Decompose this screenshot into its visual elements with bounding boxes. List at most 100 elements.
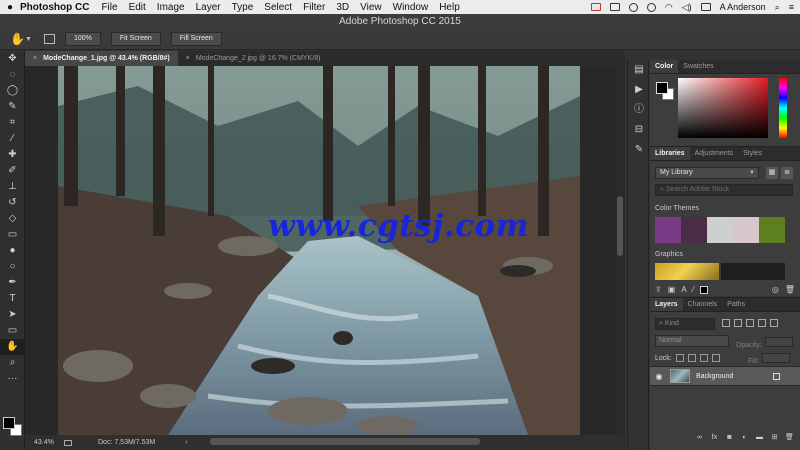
apple-menu-icon[interactable]: ●	[0, 2, 20, 13]
shape-icon[interactable]: ▭	[0, 323, 25, 339]
vertical-scroll-thumb[interactable]	[617, 196, 623, 256]
hand-icon[interactable]: ✋	[0, 339, 25, 355]
theme-color-2[interactable]	[681, 217, 707, 243]
quick-select-icon[interactable]: ✎	[0, 99, 25, 115]
layer-thumbnail[interactable]	[670, 369, 690, 383]
gradient-icon[interactable]: ▭	[0, 227, 25, 243]
volume-icon[interactable]: ◁)	[682, 2, 692, 13]
wifi-icon[interactable]: ◠	[665, 2, 673, 13]
lock-image-icon[interactable]	[687, 354, 696, 362]
move-icon[interactable]: ✥	[0, 51, 25, 67]
properties-icon[interactable]: ⊟	[628, 120, 650, 140]
foreground-color-swatch[interactable]	[3, 417, 15, 429]
tab-styles[interactable]: Styles	[738, 147, 767, 160]
menu-file[interactable]: File	[101, 2, 117, 13]
add-color-icon[interactable]	[699, 285, 708, 294]
menu-window[interactable]: Window	[393, 2, 429, 13]
creative-cloud-icon[interactable]	[590, 3, 601, 11]
tab-modechange-2[interactable]: × ModeChange_2.jpg @ 16.7% (CMYK/8)	[178, 51, 329, 66]
menu-edit[interactable]: Edit	[129, 2, 146, 13]
tab-color[interactable]: Color	[650, 60, 679, 73]
add-text-style-icon[interactable]: A	[681, 285, 686, 294]
opacity-field[interactable]: Opacity:	[736, 337, 793, 349]
delete-icon[interactable]: 🗑	[785, 285, 795, 294]
path-select-icon[interactable]: ➤	[0, 307, 25, 323]
filter-type-icon[interactable]	[746, 319, 754, 327]
fit-screen-button[interactable]: Fit Screen	[110, 32, 161, 46]
adjustment-layer-icon[interactable]: ◐	[740, 434, 749, 442]
eraser-icon[interactable]: ◇	[0, 211, 25, 227]
notification-center-icon[interactable]: ≡	[789, 2, 794, 12]
user-name[interactable]: A Anderson	[720, 2, 766, 12]
menu-3d[interactable]: 3D	[336, 2, 349, 13]
brush-presets-icon[interactable]: ✎	[628, 140, 650, 160]
color-picker-field[interactable]	[678, 78, 768, 138]
menu-image[interactable]: Image	[157, 2, 185, 13]
lock-all-icon[interactable]	[711, 354, 720, 362]
info-icon[interactable]: ⓘ	[628, 100, 650, 120]
library-select[interactable]: My Library ▼	[655, 167, 759, 179]
link-layers-icon[interactable]: ∞	[695, 434, 704, 442]
upload-icon[interactable]: ⇪	[655, 285, 662, 294]
display-icon[interactable]	[609, 3, 620, 11]
graphic-thumbnail[interactable]	[655, 263, 719, 280]
healing-icon[interactable]: ✚	[0, 147, 25, 163]
fill-input[interactable]	[761, 353, 790, 363]
theme-color-5[interactable]	[759, 217, 785, 243]
menu-type[interactable]: Type	[232, 2, 254, 13]
menu-select[interactable]: Select	[264, 2, 292, 13]
history-panel-icon[interactable]: ▤	[628, 60, 650, 80]
marquee-icon[interactable]: ◌	[0, 67, 25, 83]
vertical-scrollbar[interactable]	[615, 66, 625, 435]
lasso-icon[interactable]: ◯	[0, 83, 25, 99]
new-group-icon[interactable]: ▬	[755, 434, 764, 442]
pen-icon[interactable]: ✒	[0, 275, 25, 291]
theme-color-3[interactable]	[707, 217, 733, 243]
history-brush-icon[interactable]: ↺	[0, 195, 25, 211]
filter-smart-object-icon[interactable]	[770, 319, 778, 327]
panel-foreground-swatch[interactable]	[656, 82, 668, 94]
tab-swatches[interactable]: Swatches	[678, 60, 718, 73]
theme-color-1[interactable]	[655, 217, 681, 243]
menu-filter[interactable]: Filter	[303, 2, 325, 13]
more-icon[interactable]: ···	[0, 371, 25, 387]
eyedropper-icon[interactable]: ⁄	[0, 131, 25, 147]
scroll-all-windows-icon[interactable]	[43, 34, 55, 44]
layer-style-fx-icon[interactable]: fx	[710, 434, 719, 442]
lock-position-icon[interactable]	[699, 354, 708, 362]
brush-icon[interactable]: ✐	[0, 163, 25, 179]
stamp-icon[interactable]: ⊥	[0, 179, 25, 195]
blur-icon[interactable]: ●	[0, 243, 25, 259]
new-layer-icon[interactable]: ⊞	[770, 434, 779, 442]
add-graphic-icon[interactable]: ▣	[668, 285, 676, 294]
tab-paths[interactable]: Paths	[722, 298, 750, 311]
search-icon[interactable]: ⌕	[775, 2, 780, 13]
filter-adjustment-icon[interactable]	[734, 319, 742, 327]
dodge-icon[interactable]: ○	[0, 259, 25, 275]
menu-help[interactable]: Help	[439, 2, 460, 13]
stock-search-input[interactable]: ⌕ Search Adobe Stock	[655, 184, 793, 196]
layer-row[interactable]: ◉ Background	[650, 366, 800, 386]
zoom-icon[interactable]: ⌕	[0, 355, 25, 371]
type-icon[interactable]: T	[0, 291, 25, 307]
actions-play-icon[interactable]: ▶	[628, 80, 650, 100]
menu-view[interactable]: View	[360, 2, 382, 13]
layer-lock-icon[interactable]	[773, 372, 780, 380]
zoom-100-button[interactable]: 100%	[64, 32, 101, 46]
hand-icon[interactable]: ✋	[10, 32, 25, 46]
opacity-input[interactable]	[764, 337, 793, 347]
tab-modechange-1[interactable]: × ModeChange_1.jpg @ 43.4% (RGB/8#)	[25, 51, 178, 66]
layer-name[interactable]: Background	[696, 373, 733, 380]
tool-preset-chevron-down-icon[interactable]: ▼	[25, 36, 32, 43]
delete-layer-icon[interactable]: 🗑	[785, 434, 794, 442]
tab-adjustments[interactable]: Adjustments	[690, 147, 739, 160]
status-menu-chevron-right-icon[interactable]: ›	[185, 439, 187, 446]
battery-icon[interactable]	[700, 3, 711, 11]
app-menu[interactable]: Photoshop CC	[20, 2, 89, 13]
tab-layers[interactable]: Layers	[650, 298, 683, 311]
fill-field[interactable]: Fill:	[748, 353, 790, 365]
crop-icon[interactable]: ⌗	[0, 115, 25, 131]
share-icon[interactable]	[64, 439, 72, 446]
zoom-level[interactable]: 43.4%	[34, 439, 60, 446]
hue-slider[interactable]	[779, 78, 787, 138]
